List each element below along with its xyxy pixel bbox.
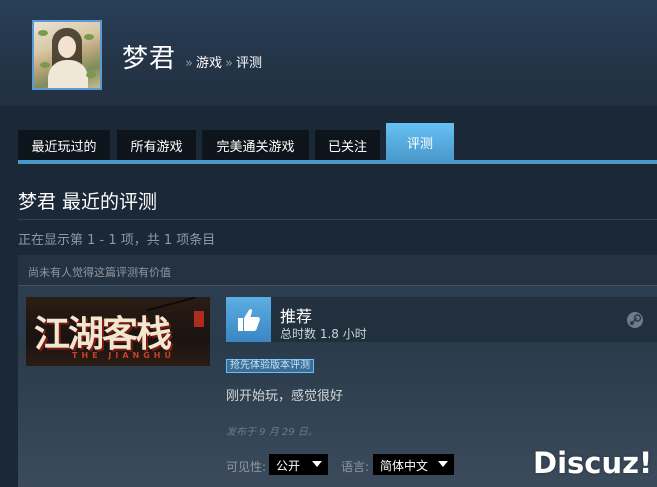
profile-header: 梦君 » 游戏» 评测 — [0, 0, 657, 107]
hours-played: 总时数 1.8 小时 — [280, 327, 367, 341]
breadcrumb: » 游戏» 评测 — [182, 52, 262, 71]
page-title: 梦君 最近的评测 — [18, 191, 158, 213]
posted-date: 发布于 9 月 29 日。 — [226, 427, 318, 438]
breadcrumb-separator: » — [185, 56, 193, 71]
persona-name[interactable]: 梦君 — [122, 38, 176, 75]
language-value: 简体中文 — [380, 459, 429, 473]
recommendation-bar[interactable]: 推荐 总时数 1.8 小时 — [226, 297, 657, 342]
early-access-badge: 抢先体验版本评测 — [226, 359, 314, 373]
chevron-down-icon — [438, 461, 448, 467]
language-select[interactable]: 简体中文 — [373, 454, 454, 475]
steam-icon — [626, 311, 644, 329]
recommendation-label: 推荐 — [280, 307, 313, 326]
divider — [18, 219, 657, 220]
visibility-label: 可见性: — [226, 460, 267, 474]
results-count: 正在显示第 1 - 1 项，共 1 项条目 — [18, 233, 216, 248]
stamp-icon — [194, 311, 204, 327]
visibility-select[interactable]: 公开 — [269, 454, 328, 475]
language-label: 语言: — [341, 460, 370, 474]
avatar-image — [34, 22, 100, 88]
breadcrumb-reviews[interactable]: 评测 — [236, 56, 262, 71]
thumbs-up-icon — [226, 297, 271, 342]
tab-all-games[interactable]: 所有游戏 — [117, 130, 196, 161]
avatar[interactable] — [32, 20, 102, 90]
chevron-down-icon — [312, 461, 322, 467]
game-logo: 江湖客栈 — [34, 313, 172, 355]
game-capsule[interactable]: 江湖客栈 THE JIANGHU — [26, 297, 210, 366]
game-logo-subtitle: THE JIANGHU — [72, 351, 175, 360]
tab-followed[interactable]: 已关注 — [315, 130, 380, 161]
helpful-status: 尚未有人觉得这篇评测有价值 — [18, 255, 657, 286]
visibility-value: 公开 — [276, 459, 301, 473]
tab-reviews[interactable]: 评测 — [386, 123, 454, 161]
watermark: Discuz! — [533, 446, 653, 480]
breadcrumb-games[interactable]: 游戏 — [196, 56, 222, 71]
breadcrumb-separator: » — [224, 56, 233, 71]
tab-perfect-games[interactable]: 完美通关游戏 — [202, 130, 309, 161]
tab-bar-underline — [18, 160, 657, 164]
tab-recently-played[interactable]: 最近玩过的 — [18, 130, 110, 161]
review-text: 刚开始玩，感觉很好 — [226, 389, 344, 404]
